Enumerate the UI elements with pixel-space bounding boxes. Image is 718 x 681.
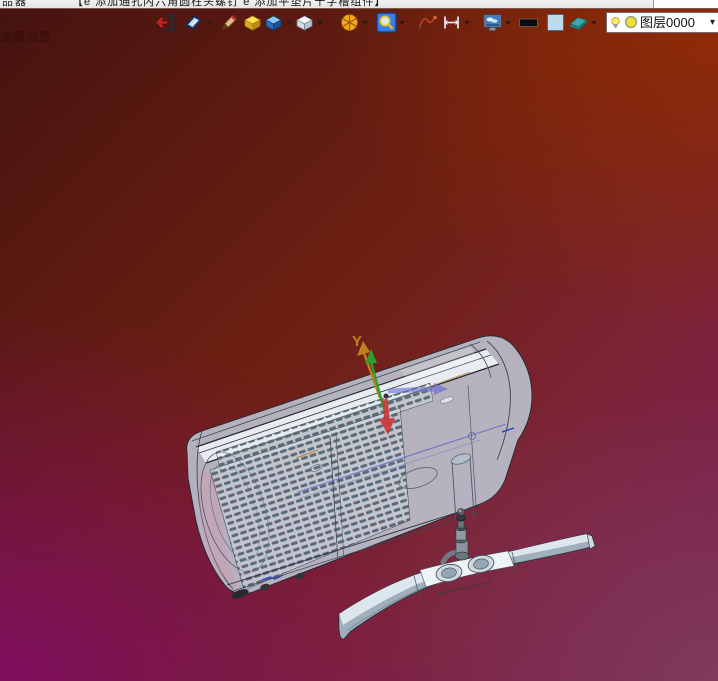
blue-cube-icon — [265, 15, 282, 31]
yellow-box-icon — [244, 15, 261, 31]
spline-icon — [418, 14, 438, 29]
menubar-white-panel — [653, 0, 718, 8]
eraser-icon — [569, 16, 588, 30]
dropdown-chevron-icon[interactable] — [504, 16, 513, 28]
blue-square-icon — [547, 13, 564, 31]
notebook-icon — [185, 14, 202, 30]
white-cube-button[interactable] — [294, 12, 325, 33]
dropdown-chevron-icon[interactable] — [590, 16, 599, 28]
lightbulb-icon — [611, 16, 620, 28]
black-bar-icon — [519, 18, 538, 27]
pencil-button[interactable] — [219, 12, 240, 33]
menubar-text-fragment: 品器 — [2, 0, 28, 8]
menubar[interactable]: 品器 【e 添加通孔内六角圆柱头螺钉 e 添加平垫片十字槽组件】 — [0, 0, 718, 9]
eraser-button[interactable] — [568, 12, 599, 33]
white-cube-icon — [296, 15, 313, 31]
magnifier-icon — [376, 12, 397, 32]
toolbar: 图层0000 ▾ — [152, 10, 718, 34]
black-bar-button[interactable] — [518, 12, 539, 33]
cad-application-window: { "menubar": { "left_fragment": "品器", "t… — [0, 0, 718, 681]
orange-wheel-icon — [341, 13, 358, 31]
layer-combo-value: 图层0000 — [640, 14, 695, 30]
pencil-icon — [222, 14, 238, 30]
notebook-button[interactable] — [183, 12, 214, 33]
exit-icon — [156, 13, 174, 31]
spline-button[interactable] — [417, 12, 438, 33]
measure-icon — [444, 16, 459, 28]
yellow-box-button[interactable] — [242, 12, 263, 33]
blue-square-button[interactable] — [545, 12, 566, 33]
magnifier-button[interactable] — [376, 12, 407, 33]
orange-wheel-button[interactable] — [339, 12, 370, 33]
dropdown-chevron-icon[interactable] — [463, 16, 472, 28]
triad-origin-handle[interactable] — [383, 393, 389, 399]
part-engraving-marks — [437, 581, 491, 595]
dropdown-chevron-icon[interactable] — [285, 16, 294, 28]
layer-state-icon — [624, 15, 638, 29]
dropdown-chevron-icon[interactable] — [398, 16, 407, 28]
blue-cube-button[interactable] — [263, 12, 294, 33]
combo-dropdown-arrow-icon[interactable]: ▾ — [708, 17, 717, 28]
dropdown-chevron-icon[interactable] — [316, 16, 325, 28]
layer-combobox[interactable]: 图层0000 ▾ — [606, 11, 718, 33]
dropdown-chevron-icon[interactable] — [361, 16, 370, 28]
exit-button[interactable] — [155, 12, 176, 33]
dropdown-chevron-icon[interactable] — [205, 16, 214, 28]
scene-monitor-button[interactable] — [482, 12, 513, 33]
scene-monitor-icon — [483, 13, 502, 31]
3d-model-canvas[interactable]: Y — [0, 8, 718, 681]
filter-settings-label: 滤器设置 — [0, 30, 53, 44]
graphics-viewport[interactable]: 图层0000 ▾ 滤器设置 Y — [0, 8, 718, 681]
measure-button[interactable] — [441, 12, 472, 33]
window-title-fragment: 【e 添加通孔内六角圆柱头螺钉 e 添加平垫片十字槽组件】 — [72, 0, 387, 8]
